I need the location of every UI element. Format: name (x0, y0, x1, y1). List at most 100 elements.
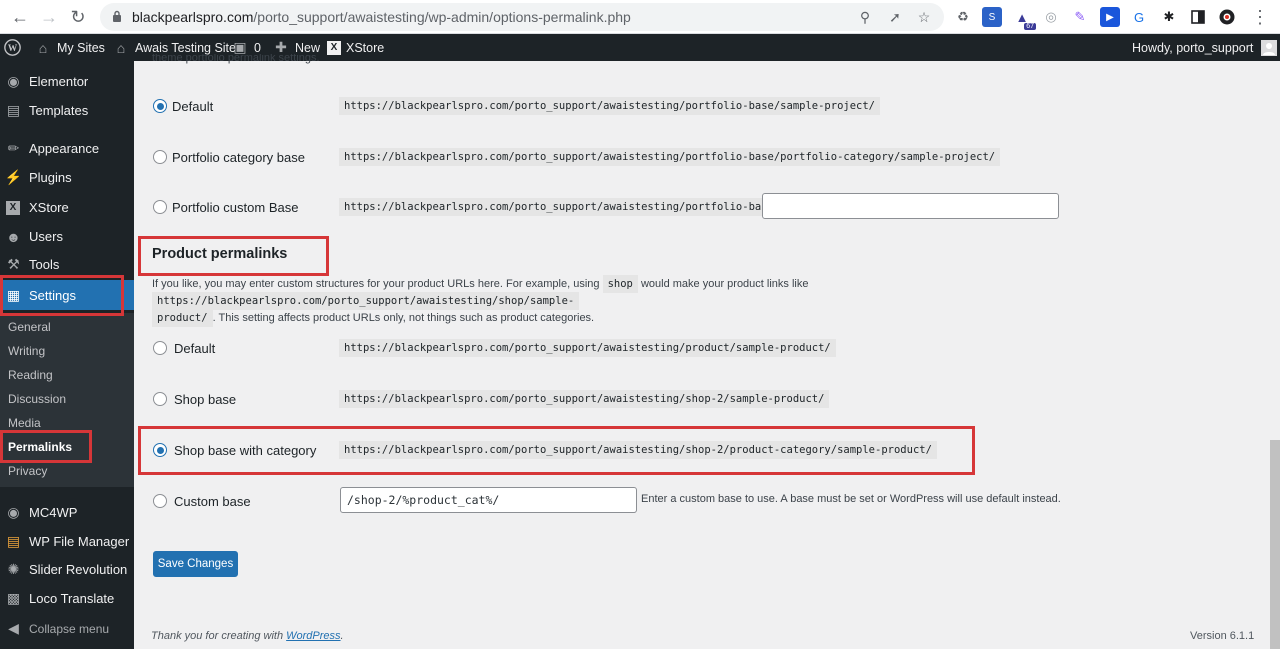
translate-extension-icon[interactable]: G (1129, 7, 1149, 27)
extension-badge: 67 (1024, 23, 1036, 30)
desc-text: If you like, you may enter custom struct… (152, 278, 600, 290)
profile-avatar[interactable] (1217, 7, 1237, 27)
product-default-option[interactable]: Default (153, 337, 215, 359)
radio-button[interactable] (153, 150, 167, 164)
radio-button[interactable] (153, 99, 167, 113)
wordpress-link[interactable]: WordPress (286, 630, 340, 642)
menu-elementor[interactable]: ◉ Elementor (0, 68, 134, 95)
address-bar[interactable]: blackpearlspro.com/porto_support/awaiste… (100, 3, 944, 31)
submenu-privacy[interactable]: Privacy (8, 464, 47, 478)
radio-button[interactable] (153, 200, 167, 214)
account-menu[interactable]: Howdy, porto_support (1132, 34, 1278, 61)
globe-extension-icon[interactable]: ◎ (1041, 7, 1061, 27)
footer-thanks: Thank you for creating with WordPress. (151, 630, 344, 642)
option-label: Custom base (174, 493, 251, 509)
portfolio-custom-url: https://blackpearlspro.com/porto_support… (339, 197, 779, 217)
page-scrollbar-thumb[interactable] (1270, 440, 1280, 649)
sidepanel-icon[interactable] (1188, 7, 1208, 27)
sites-icon: ⌂ (38, 39, 48, 56)
menu-appearance[interactable]: ✏ Appearance (0, 135, 134, 162)
pen-extension-icon[interactable]: ✎ (1070, 7, 1090, 27)
submenu-general[interactable]: General (8, 320, 51, 334)
menu-label: WP File Manager (29, 534, 130, 549)
s-extension-icon[interactable]: S (982, 7, 1002, 27)
menu-label: Loco Translate (29, 591, 115, 606)
admin-sidebar: ◉ Elementor ▤ Templates ✏ Appearance ⚡ Plugi… (0, 61, 134, 649)
desc-text: would make your product links like (640, 278, 809, 290)
site-name-label: Awais Testing Site (135, 40, 236, 55)
code-sample: https://blackpearlspro.com/porto_support… (152, 292, 580, 310)
code-sample: https://blackpearlspro.com/porto_support… (339, 148, 1001, 166)
puzzle-extensions-icon[interactable]: ✱ (1159, 7, 1179, 27)
zoom-icon[interactable]: ⚲ (856, 8, 874, 26)
howdy-label: Howdy, porto_support (1132, 40, 1254, 55)
option-label: Default (174, 340, 216, 356)
menu-label: Appearance (29, 141, 100, 156)
radio-button[interactable] (153, 341, 167, 355)
my-sites-menu[interactable]: ⌂ My Sites (34, 34, 105, 61)
portfolio-category-option[interactable]: Portfolio category base (153, 146, 305, 168)
menu-label: Elementor (29, 74, 89, 89)
graduation-extension-icon[interactable]: ▲ 67 (1012, 7, 1036, 30)
menu-slider-revolution[interactable]: ✺ Slider Revolution (0, 556, 134, 583)
bookmark-star-icon[interactable]: ☆ (915, 8, 933, 26)
submenu-discussion[interactable]: Discussion (8, 392, 66, 406)
option-label: Portfolio category base (172, 149, 305, 165)
menu-label: MC4WP (29, 505, 78, 520)
back-icon[interactable]: ← (8, 5, 32, 29)
forward-icon[interactable]: → (37, 5, 61, 29)
menu-label: Users (29, 229, 63, 244)
highlight-product-permalinks-title (138, 236, 329, 276)
option-label: Default (172, 98, 214, 114)
menu-mc4wp[interactable]: ◉ MC4WP (0, 499, 134, 526)
elementor-icon: ◉ (7, 73, 20, 89)
browser-toolbar: ← → ↻ blackpearlspro.com/porto_support/a… (0, 0, 1280, 34)
product-custom-base-option[interactable]: Custom base (153, 490, 251, 512)
menu-users[interactable]: ☻ Users (0, 223, 134, 250)
custom-base-input[interactable]: /shop-2/%product_cat%/ (340, 487, 637, 513)
code-sample: https://blackpearlspro.com/porto_support… (339, 97, 881, 115)
menu-wp-file-manager[interactable]: ▤ WP File Manager (0, 528, 134, 555)
menu-tools[interactable]: ⚒ Tools (0, 251, 134, 278)
code-sample: https://blackpearlspro.com/porto_support… (339, 198, 779, 216)
menu-loco-translate[interactable]: ▩ Loco Translate (0, 585, 134, 612)
menu-plugins[interactable]: ⚡ Plugins (0, 164, 134, 191)
portfolio-custom-option[interactable]: Portfolio custom Base (153, 196, 298, 218)
wrench-icon: ⚒ (7, 256, 20, 272)
product-permalinks-description: If you like, you may enter custom struct… (152, 275, 1222, 327)
radio-button[interactable] (153, 392, 167, 406)
file-manager-icon: ▤ (6, 533, 21, 549)
portfolio-default-option[interactable]: Default (153, 95, 213, 117)
collapse-menu-button[interactable]: ◀ Collapse menu (0, 615, 134, 642)
highlight-settings (0, 275, 124, 316)
menu-label: Templates (29, 103, 89, 118)
xstore-label: XStore (346, 40, 385, 55)
slider-icon: ✺ (7, 561, 20, 577)
more-menu-icon[interactable]: ⋮ (1248, 5, 1272, 29)
portfolio-custom-base-input[interactable] (762, 193, 1059, 219)
xstore-menu[interactable]: X XStore (327, 34, 384, 61)
wp-logo-icon[interactable]: W (3, 34, 21, 61)
portfolio-category-url: https://blackpearlspro.com/porto_support… (339, 147, 1001, 167)
radio-button[interactable] (153, 494, 167, 508)
main-content: theme portfolio permalink settings. Defa… (134, 54, 1280, 649)
reload-icon[interactable]: ↻ (66, 5, 90, 29)
submenu-reading[interactable]: Reading (8, 368, 53, 382)
input-value: /shop-2/%product_cat%/ (347, 493, 500, 507)
video-extension-icon[interactable]: ▶ (1100, 7, 1120, 27)
menu-label: Tools (29, 257, 60, 272)
share-icon[interactable]: ➚ (886, 8, 904, 26)
product-shop-base-option[interactable]: Shop base (153, 388, 236, 410)
submenu-media[interactable]: Media (8, 416, 41, 430)
code-sample: shop (602, 275, 638, 293)
recycle-extension-icon[interactable]: ♻ (953, 7, 973, 27)
home-icon: ⌂ (116, 39, 126, 56)
svg-text:W: W (7, 44, 17, 54)
code-sample: product/ (152, 309, 213, 327)
submenu-writing[interactable]: Writing (8, 344, 45, 358)
save-changes-button[interactable]: Save Changes (153, 551, 238, 577)
highlight-shop-base-category (138, 426, 975, 475)
menu-xstore[interactable]: X XStore (0, 194, 134, 221)
menu-templates[interactable]: ▤ Templates (0, 97, 134, 124)
lock-icon (113, 10, 121, 22)
